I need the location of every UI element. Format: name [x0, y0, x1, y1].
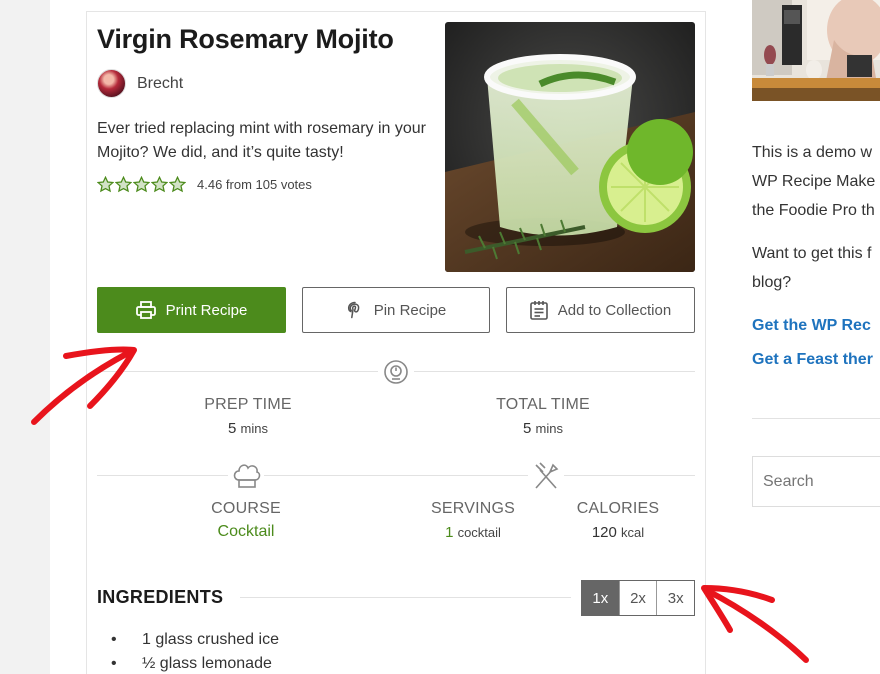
chef-hat-icon-wrap	[228, 460, 264, 492]
add-to-collection-label: Add to Collection	[557, 301, 672, 319]
add-to-collection-button[interactable]: Add to Collection	[506, 287, 695, 333]
recipe-summary: Ever tried replacing mint with rosemary …	[97, 120, 427, 161]
rating-text: 4.46 from 105 votes	[197, 177, 312, 192]
star-icon[interactable]	[133, 176, 150, 193]
get-wp-recipe-maker-link[interactable]: Get the WP Rec	[752, 317, 880, 335]
multiplier-3x-button[interactable]: 3x	[657, 581, 694, 615]
printer-icon	[135, 301, 156, 319]
servings-multiplier: 1x 2x 3x	[581, 580, 695, 616]
recipe-author: Brecht	[97, 69, 183, 98]
sidebar-text-line: blog?	[752, 274, 792, 291]
timer-icon-wrap	[378, 358, 414, 386]
recipe-rating: 4.46 from 105 votes	[97, 176, 312, 193]
calories-number: 120	[591, 524, 617, 541]
collection-icon	[529, 301, 548, 320]
author-name: Brecht	[137, 74, 184, 92]
sidebar-text-line: WP Recipe Make	[752, 173, 876, 190]
sidebar-text-line: This is a demo w	[752, 144, 873, 161]
pin-recipe-label: Pin Recipe	[373, 301, 447, 319]
calories-value: 120 kcal	[555, 524, 681, 541]
sidebar-divider	[752, 418, 880, 419]
search-input[interactable]	[752, 456, 880, 507]
utensils-icon	[535, 462, 559, 489]
multiplier-1x-button[interactable]: 1x	[582, 581, 620, 615]
total-time-value: 5 mins	[475, 420, 611, 437]
servings-label: SERVINGS	[431, 500, 515, 517]
servings-value: 1 cocktail	[410, 524, 536, 541]
sidebar-intro-text: This is a demo w WP Recipe Make the Food…	[752, 138, 880, 225]
star-rating[interactable]	[97, 176, 186, 193]
course-label: COURSE	[211, 500, 281, 517]
list-item: ½ glass lemonade	[97, 652, 279, 674]
prep-time-label: PREP TIME	[204, 396, 292, 413]
recipe-image	[445, 22, 695, 272]
ingredients-heading: INGREDIENTS	[97, 587, 224, 607]
print-recipe-button[interactable]: Print Recipe	[97, 287, 286, 333]
pinterest-icon	[347, 301, 360, 319]
annotation-arrow-right	[701, 585, 809, 663]
multiplier-2x-button[interactable]: 2x	[620, 581, 658, 615]
timer-icon	[384, 360, 408, 384]
calories-unit: kcal	[621, 525, 645, 540]
prep-time-value: 5 mins	[180, 420, 316, 437]
left-gutter	[0, 0, 50, 674]
star-icon[interactable]	[115, 176, 132, 193]
sidebar-text-line: Want to get this f	[752, 245, 872, 262]
recipe-title: Virgin Rosemary Mojito	[97, 24, 394, 54]
details-divider	[97, 475, 695, 476]
avatar	[97, 69, 126, 98]
total-time-unit: mins	[535, 421, 563, 436]
ingredients-list: 1 glass crushed ice ½ glass lemonade	[97, 628, 279, 674]
star-icon[interactable]	[151, 176, 168, 193]
calories-label: CALORIES	[576, 500, 660, 517]
list-item: 1 glass crushed ice	[97, 628, 279, 652]
pin-recipe-button[interactable]: Pin Recipe	[302, 287, 490, 333]
sidebar-text-line: the Foodie Pro th	[752, 202, 875, 219]
star-icon[interactable]	[169, 176, 186, 193]
annotation-arrow-left	[31, 346, 137, 425]
servings-unit: cocktail	[457, 525, 501, 540]
ingredients-divider	[240, 597, 571, 598]
prep-time-unit: mins	[240, 421, 268, 436]
sidebar-image	[752, 0, 880, 101]
print-recipe-label: Print Recipe	[165, 301, 248, 319]
prep-time-number: 5	[228, 420, 237, 437]
total-time-number: 5	[523, 420, 532, 437]
get-feast-theme-link[interactable]: Get a Feast ther	[752, 351, 880, 369]
servings-number[interactable]: 1	[445, 524, 453, 541]
course-value[interactable]: Cocktail	[180, 523, 312, 541]
total-time-label: TOTAL TIME	[496, 396, 590, 413]
utensils-icon-wrap	[528, 460, 564, 492]
star-icon[interactable]	[97, 176, 114, 193]
chef-hat-icon	[233, 464, 261, 488]
sidebar-cta-text: Want to get this f blog?	[752, 239, 880, 297]
